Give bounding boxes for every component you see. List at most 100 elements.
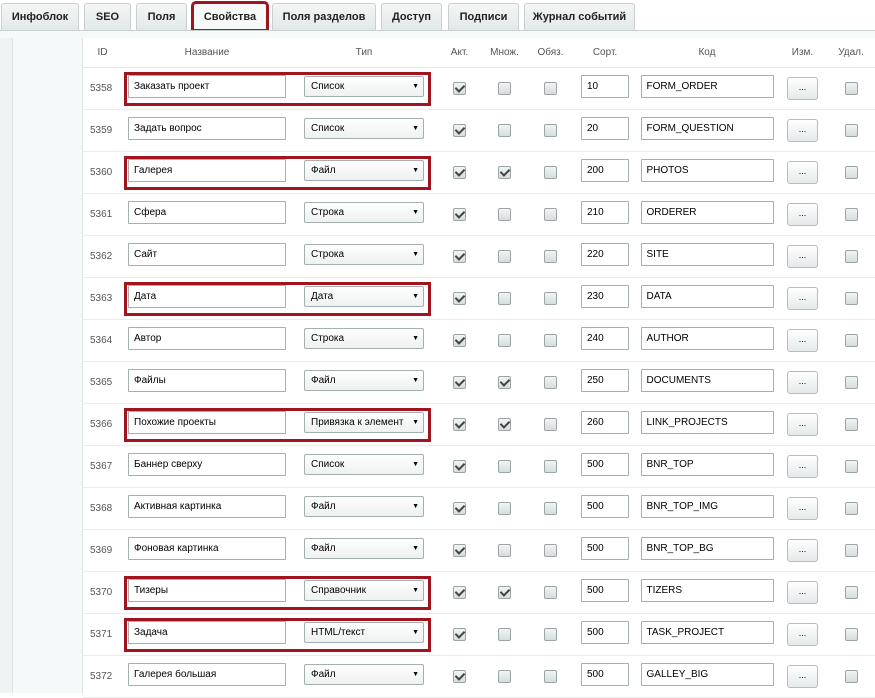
type-select[interactable]: Файл ▼ [304,160,424,181]
edit-button[interactable]: ... [787,580,818,604]
type-select[interactable]: Файл ▼ [304,538,424,559]
edit-button[interactable]: ... [787,286,818,310]
type-select[interactable]: Строка ▼ [304,244,424,265]
active-checkbox[interactable] [453,375,466,389]
code-input[interactable]: SITE [640,243,774,266]
edit-button[interactable]: ... [787,538,818,562]
active-checkbox[interactable] [453,165,466,179]
delete-checkbox[interactable] [844,207,858,221]
required-checkbox[interactable] [544,501,557,515]
delete-checkbox[interactable] [844,543,858,557]
active-checkbox[interactable] [453,627,466,641]
sort-input[interactable]: 500 [581,453,629,476]
type-select[interactable]: Файл ▼ [304,664,424,685]
edit-button[interactable]: ... [787,412,818,436]
multiple-checkbox[interactable] [498,669,511,683]
name-input[interactable]: Фоновая картинка [128,537,286,560]
delete-checkbox[interactable] [844,585,858,599]
tab-properties[interactable]: Свойства [191,1,269,32]
name-input[interactable]: Похожие проекты [128,411,286,434]
active-checkbox[interactable] [453,207,466,221]
sort-input[interactable]: 240 [581,327,629,350]
required-checkbox[interactable] [544,417,557,431]
required-checkbox[interactable] [544,459,557,473]
sort-input[interactable]: 230 [581,285,629,308]
edit-button[interactable]: ... [787,118,818,142]
code-input[interactable]: FORM_ORDER [640,75,774,98]
type-select[interactable]: Привязка к элемент ▼ [304,412,424,433]
edit-button[interactable]: ... [787,244,818,268]
code-input[interactable]: TASK_PROJECT [640,621,774,644]
tab-captions[interactable]: Подписи [448,3,519,30]
delete-checkbox[interactable] [844,333,858,347]
tab-fields[interactable]: Поля [136,3,187,30]
code-input[interactable]: LINK_PROJECTS [640,411,774,434]
required-checkbox[interactable] [544,291,557,305]
name-input[interactable]: Файлы [128,369,286,392]
sort-input[interactable]: 10 [581,75,629,98]
name-input[interactable]: Галерея большая [128,663,286,686]
multiple-checkbox[interactable] [498,501,511,515]
name-input[interactable]: Задача [128,621,286,644]
sort-input[interactable]: 210 [581,201,629,224]
active-checkbox[interactable] [453,669,466,683]
required-checkbox[interactable] [544,249,557,263]
type-select[interactable]: HTML/текст ▼ [304,622,424,643]
delete-checkbox[interactable] [844,123,858,137]
required-checkbox[interactable] [544,165,557,179]
code-input[interactable]: GALLEY_BIG [640,663,774,686]
code-input[interactable]: AUTHOR [640,327,774,350]
name-input[interactable]: Сайт [128,243,286,266]
multiple-checkbox[interactable] [498,165,511,179]
edit-button[interactable]: ... [787,622,818,646]
edit-button[interactable]: ... [787,328,818,352]
active-checkbox[interactable] [453,291,466,305]
multiple-checkbox[interactable] [498,417,511,431]
sort-input[interactable]: 260 [581,411,629,434]
edit-button[interactable]: ... [787,76,818,100]
name-input[interactable]: Баннер сверху [128,453,286,476]
type-select[interactable]: Список ▼ [304,454,424,475]
required-checkbox[interactable] [544,543,557,557]
name-input[interactable]: Тизеры [128,579,286,602]
tab-event-log[interactable]: Журнал событий [524,3,635,30]
name-input[interactable]: Дата [128,285,286,308]
edit-button[interactable]: ... [787,370,818,394]
sort-input[interactable]: 200 [581,159,629,182]
required-checkbox[interactable] [544,375,557,389]
required-checkbox[interactable] [544,669,557,683]
delete-checkbox[interactable] [844,375,858,389]
active-checkbox[interactable] [453,501,466,515]
active-checkbox[interactable] [453,585,466,599]
active-checkbox[interactable] [453,333,466,347]
name-input[interactable]: Сфера [128,201,286,224]
active-checkbox[interactable] [453,249,466,263]
edit-button[interactable]: ... [787,160,818,184]
delete-checkbox[interactable] [844,627,858,641]
name-input[interactable]: Задать вопрос [128,117,286,140]
code-input[interactable]: DATA [640,285,774,308]
multiple-checkbox[interactable] [498,291,511,305]
delete-checkbox[interactable] [844,501,858,515]
code-input[interactable]: TIZERS [640,579,774,602]
name-input[interactable]: Автор [128,327,286,350]
multiple-checkbox[interactable] [498,249,511,263]
multiple-checkbox[interactable] [498,81,511,95]
delete-checkbox[interactable] [844,459,858,473]
type-select[interactable]: Справочник ▼ [304,580,424,601]
required-checkbox[interactable] [544,333,557,347]
type-select[interactable]: Строка ▼ [304,328,424,349]
required-checkbox[interactable] [544,123,557,137]
type-select[interactable]: Дата ▼ [304,286,424,307]
sort-input[interactable]: 220 [581,243,629,266]
name-input[interactable]: Заказать проект [128,75,286,98]
sort-input[interactable]: 500 [581,537,629,560]
active-checkbox[interactable] [453,417,466,431]
required-checkbox[interactable] [544,627,557,641]
multiple-checkbox[interactable] [498,627,511,641]
type-select[interactable]: Файл ▼ [304,370,424,391]
required-checkbox[interactable] [544,81,557,95]
type-select[interactable]: Список ▼ [304,118,424,139]
multiple-checkbox[interactable] [498,375,511,389]
code-input[interactable]: DOCUMENTS [640,369,774,392]
